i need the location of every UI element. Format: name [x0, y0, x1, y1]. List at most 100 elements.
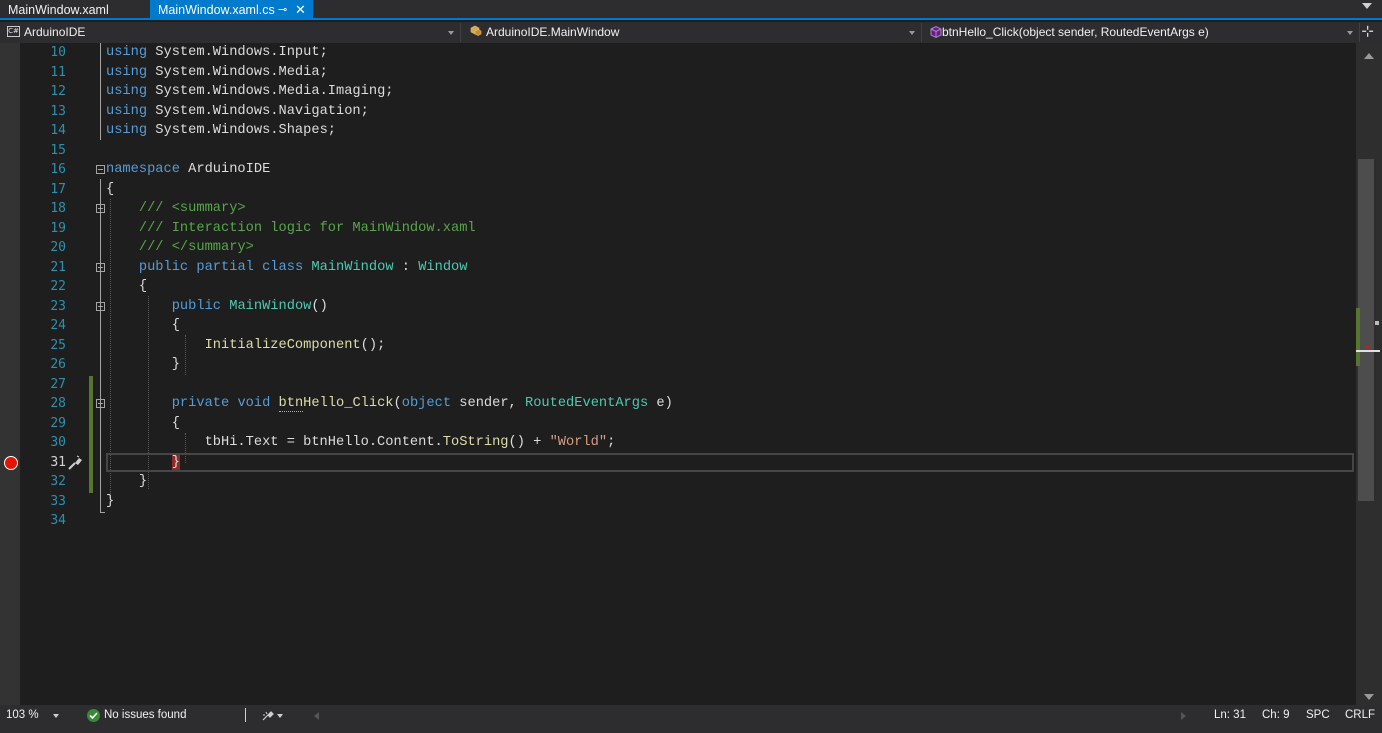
editor-status-bar: 103 % No issues found Ln: 31 Ch: 9 SPC C…	[0, 705, 1382, 726]
collapse-icon[interactable]	[96, 204, 105, 213]
code-editor[interactable]: 10 using System.Windows.Input; 11 using Sys…	[0, 43, 1356, 705]
code-text[interactable]: tbHi.Text = btnHello.Content.ToString() …	[106, 433, 616, 453]
code-line[interactable]: 10 using System.Windows.Input;	[0, 43, 1356, 63]
line-number: 18	[50, 201, 66, 216]
line-number: 31	[50, 454, 66, 470]
tab-mainwindow-xaml[interactable]: MainWindow.xaml	[0, 0, 150, 20]
issues-status[interactable]: No issues found	[104, 705, 186, 726]
code-line[interactable]: 33}	[0, 492, 1356, 512]
whitespace-indicator[interactable]: SPC	[1306, 705, 1330, 726]
line-number: 10	[50, 45, 66, 60]
code-line[interactable]: 20 /// </summary>	[0, 238, 1356, 258]
code-text[interactable]: /// Interaction logic for MainWindow.xam…	[106, 219, 476, 239]
brush-icon[interactable]	[261, 709, 275, 722]
code-line[interactable]: 27	[0, 375, 1356, 395]
code-text[interactable]: namespace ArduinoIDE	[106, 160, 270, 180]
code-line[interactable]: 21 public partial class MainWindow : Win…	[0, 258, 1356, 278]
code-text[interactable]: {	[106, 180, 114, 200]
project-dropdown[interactable]: C# ArduinoIDE	[0, 23, 461, 42]
document-tab-strip: MainWindow.xaml MainWindow.xaml.cs ⊸ ✕	[0, 0, 1382, 20]
code-text[interactable]: using System.Windows.Input;	[106, 43, 328, 63]
code-text[interactable]: }	[106, 355, 180, 375]
code-text[interactable]: {	[106, 316, 180, 336]
code-text[interactable]: InitializeComponent();	[106, 336, 386, 356]
code-line[interactable]: 23 public MainWindow()	[0, 297, 1356, 317]
member-dropdown[interactable]: btnHello_Click(object sender, RoutedEven…	[923, 23, 1360, 42]
code-line[interactable]: 29 {	[0, 414, 1356, 434]
collapse-icon[interactable]	[96, 301, 105, 311]
code-line[interactable]: 17 {	[0, 180, 1356, 200]
code-text[interactable]: /// <summary>	[106, 199, 246, 219]
code-line[interactable]: 28 private void btnHello_Click(object se…	[0, 394, 1356, 414]
scroll-right-icon[interactable]	[1181, 712, 1186, 720]
code-line[interactable]: 32 }	[0, 472, 1356, 492]
code-line[interactable]: 19 /// Interaction logic for MainWindow.…	[0, 219, 1356, 239]
code-text[interactable]: using System.Windows.Media.Imaging;	[106, 82, 394, 102]
project-name: ArduinoIDE	[24, 25, 86, 39]
code-line[interactable]: 34	[0, 511, 1356, 531]
code-line[interactable]: 11 using System.Windows.Media;	[0, 63, 1356, 83]
zoom-dropdown-icon[interactable]	[53, 714, 59, 718]
collapse-icon[interactable]	[96, 165, 105, 174]
code-line[interactable]: 30 tbHi.Text = btnHello.Content.ToString…	[0, 433, 1356, 453]
code-text[interactable]: {	[106, 414, 180, 434]
code-text[interactable]: using System.Windows.Media;	[106, 63, 328, 83]
code-text[interactable]: }	[106, 453, 180, 473]
line-indicator[interactable]: Ln: 31	[1214, 705, 1246, 726]
divider	[245, 708, 246, 722]
line-number: 34	[50, 513, 66, 528]
code-text[interactable]: }	[106, 492, 114, 512]
code-line[interactable]: 31 }	[0, 452, 1356, 473]
zoom-level[interactable]: 103 %	[6, 705, 39, 726]
tab-overflow-icon[interactable]	[1362, 3, 1372, 9]
code-text[interactable]: using System.Windows.Shapes;	[106, 121, 336, 141]
line-number: 30	[50, 435, 66, 450]
pin-icon[interactable]: ⊸	[278, 0, 287, 20]
line-number: 28	[50, 396, 66, 411]
line-number: 16	[50, 162, 66, 177]
line-number: 19	[50, 220, 66, 236]
breakpoint-icon[interactable]	[4, 455, 18, 470]
code-line[interactable]: 25 InitializeComponent();	[0, 336, 1356, 356]
split-window-icon[interactable]: ⊹	[1361, 24, 1374, 40]
code-text[interactable]: {	[106, 277, 147, 297]
line-number: 13	[50, 103, 66, 119]
code-line[interactable]: 14 using System.Windows.Shapes;	[0, 121, 1356, 141]
code-text[interactable]: using System.Windows.Navigation;	[106, 102, 369, 122]
check-circle-icon	[87, 709, 100, 722]
close-icon[interactable]: ✕	[295, 0, 306, 20]
code-text[interactable]: public MainWindow()	[106, 297, 328, 317]
code-line[interactable]: 13 using System.Windows.Navigation;	[0, 102, 1356, 122]
collapse-icon[interactable]	[96, 399, 105, 408]
line-number: 14	[50, 123, 66, 138]
vertical-scrollbar[interactable]	[1356, 43, 1382, 705]
scroll-left-icon[interactable]	[314, 712, 319, 720]
caret-position-marker	[1356, 350, 1380, 352]
quick-actions-brush-icon[interactable]	[66, 454, 84, 471]
member-name: btnHello_Click(object sender, RoutedEven…	[942, 25, 1209, 39]
column-indicator[interactable]: Ch: 9	[1262, 705, 1290, 726]
code-line[interactable]: 26 }	[0, 355, 1356, 375]
overview-marker	[1375, 321, 1379, 325]
code-line[interactable]: 15	[0, 141, 1356, 161]
code-text[interactable]: }	[106, 472, 147, 492]
collapse-icon[interactable]	[96, 262, 105, 272]
navigation-bar: C# ArduinoIDE ArduinoIDE.MainWindow btnH…	[0, 22, 1382, 43]
code-line[interactable]: 24 {	[0, 316, 1356, 336]
line-ending-indicator[interactable]: CRLF	[1345, 705, 1375, 726]
tab-label: MainWindow.xaml.cs	[158, 3, 275, 17]
code-line[interactable]: 12 using System.Windows.Media.Imaging;	[0, 82, 1356, 102]
chevron-down-icon[interactable]	[277, 714, 283, 718]
code-text[interactable]: private void btnHello_Click(object sende…	[106, 394, 673, 414]
type-dropdown[interactable]: ArduinoIDE.MainWindow	[462, 23, 922, 42]
code-line[interactable]: 22 {	[0, 277, 1356, 297]
line-number: 17	[50, 181, 66, 197]
scroll-up-icon[interactable]	[1364, 53, 1374, 59]
code-text[interactable]: public partial class MainWindow : Window	[106, 258, 468, 278]
scroll-thumb[interactable]	[1358, 159, 1374, 501]
scroll-down-icon[interactable]	[1364, 694, 1374, 700]
code-text[interactable]: /// </summary>	[106, 238, 254, 258]
code-line[interactable]: 18 /// <summary>	[0, 199, 1356, 219]
tab-mainwindow-xaml-cs[interactable]: MainWindow.xaml.cs ⊸ ✕	[150, 0, 313, 20]
code-line[interactable]: 16 namespace ArduinoIDE	[0, 160, 1356, 180]
